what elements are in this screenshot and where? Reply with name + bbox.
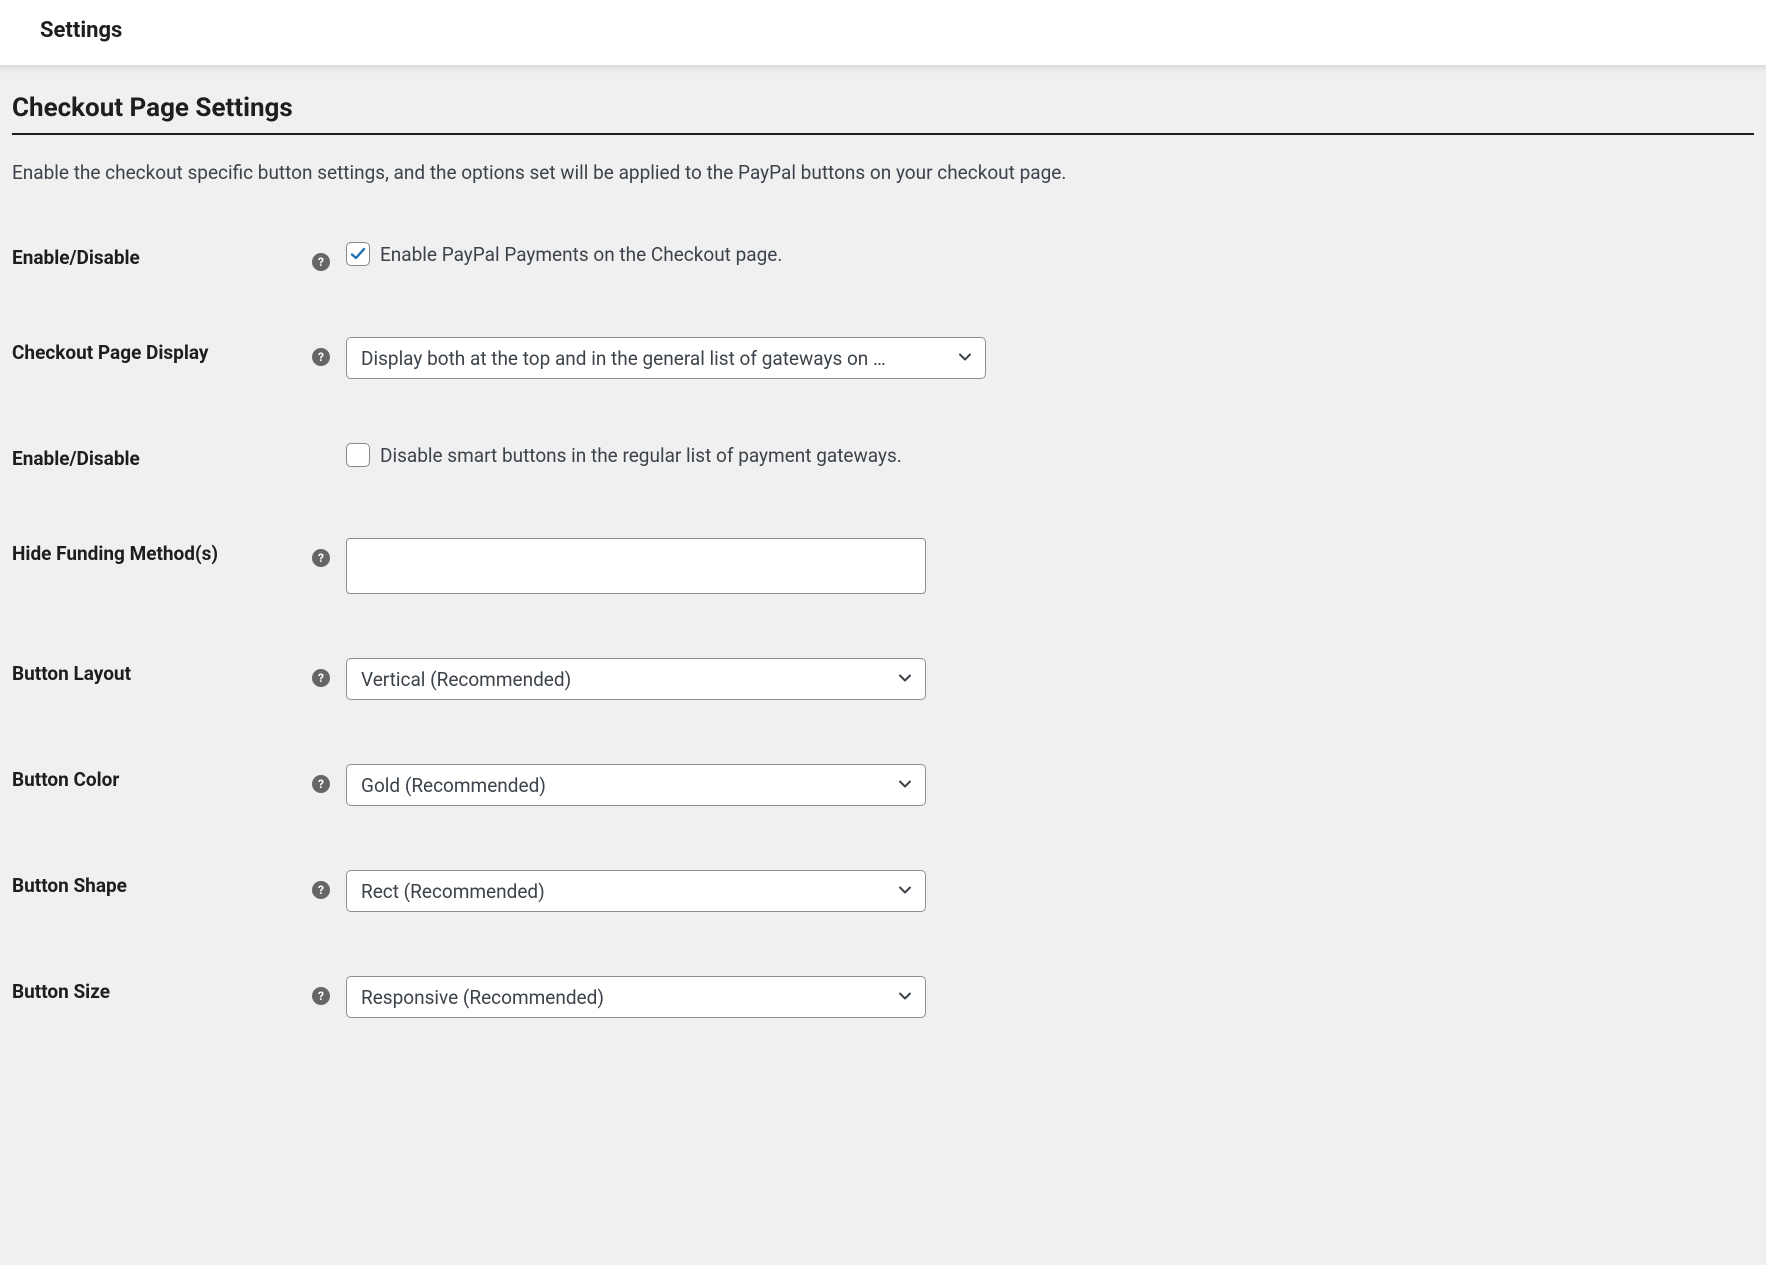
chevron-down-icon — [897, 880, 913, 903]
row-label: Button Shape — [12, 860, 312, 922]
section-title: Checkout Page Settings — [12, 93, 1754, 135]
settings-table: Enable/Disable ? Enable PayPal Payments … — [12, 232, 1754, 1028]
select-value: Vertical (Recommended) — [361, 668, 885, 691]
hide-funding-input[interactable] — [346, 538, 926, 594]
select-value: Display both at the top and in the gener… — [361, 347, 945, 370]
chevron-down-icon — [897, 668, 913, 691]
row-disable-smart-buttons: Enable/Disable Disable smart buttons in … — [12, 433, 1754, 484]
help-icon[interactable]: ? — [312, 669, 330, 687]
settings-content: Checkout Page Settings Enable the checko… — [0, 65, 1766, 1265]
button-layout-select[interactable]: Vertical (Recommended) — [346, 658, 926, 700]
checkbox-label: Disable smart buttons in the regular lis… — [380, 444, 902, 467]
row-label: Button Color — [12, 754, 312, 816]
help-icon[interactable]: ? — [312, 253, 330, 271]
disable-smart-buttons-field[interactable]: Disable smart buttons in the regular lis… — [346, 443, 902, 467]
button-size-select[interactable]: Responsive (Recommended) — [346, 976, 926, 1018]
row-checkout-display: Checkout Page Display ? Display both at … — [12, 327, 1754, 389]
chevron-down-icon — [897, 986, 913, 1009]
row-label: Button Size — [12, 966, 312, 1028]
chevron-down-icon — [957, 347, 973, 370]
help-icon[interactable]: ? — [312, 549, 330, 567]
row-button-shape: Button Shape ? Rect (Recommended) — [12, 860, 1754, 922]
enable-checkout-field[interactable]: Enable PayPal Payments on the Checkout p… — [346, 242, 782, 266]
page-title: Settings — [40, 18, 1726, 43]
checkout-display-select[interactable]: Display both at the top and in the gener… — [346, 337, 986, 379]
row-label: Hide Funding Method(s) — [12, 528, 312, 604]
checkbox[interactable] — [346, 242, 370, 266]
row-label: Button Layout — [12, 648, 312, 710]
row-button-layout: Button Layout ? Vertical (Recommended) — [12, 648, 1754, 710]
checkbox[interactable] — [346, 443, 370, 467]
select-value: Responsive (Recommended) — [361, 986, 885, 1009]
select-value: Rect (Recommended) — [361, 880, 885, 903]
button-color-select[interactable]: Gold (Recommended) — [346, 764, 926, 806]
row-button-color: Button Color ? Gold (Recommended) — [12, 754, 1754, 816]
check-icon — [350, 246, 366, 262]
help-icon[interactable]: ? — [312, 775, 330, 793]
button-shape-select[interactable]: Rect (Recommended) — [346, 870, 926, 912]
row-hide-funding: Hide Funding Method(s) ? — [12, 528, 1754, 604]
row-label: Checkout Page Display — [12, 327, 312, 389]
select-value: Gold (Recommended) — [361, 774, 885, 797]
help-icon[interactable]: ? — [312, 987, 330, 1005]
checkbox-label: Enable PayPal Payments on the Checkout p… — [380, 243, 782, 266]
chevron-down-icon — [897, 774, 913, 797]
row-label: Enable/Disable — [12, 232, 312, 283]
help-icon[interactable]: ? — [312, 881, 330, 899]
help-icon[interactable]: ? — [312, 348, 330, 366]
topbar: Settings — [0, 0, 1766, 65]
row-button-size: Button Size ? Responsive (Recommended) — [12, 966, 1754, 1028]
row-label: Enable/Disable — [12, 433, 312, 484]
row-enable-checkout: Enable/Disable ? Enable PayPal Payments … — [12, 232, 1754, 283]
section-description: Enable the checkout specific button sett… — [12, 161, 1754, 184]
